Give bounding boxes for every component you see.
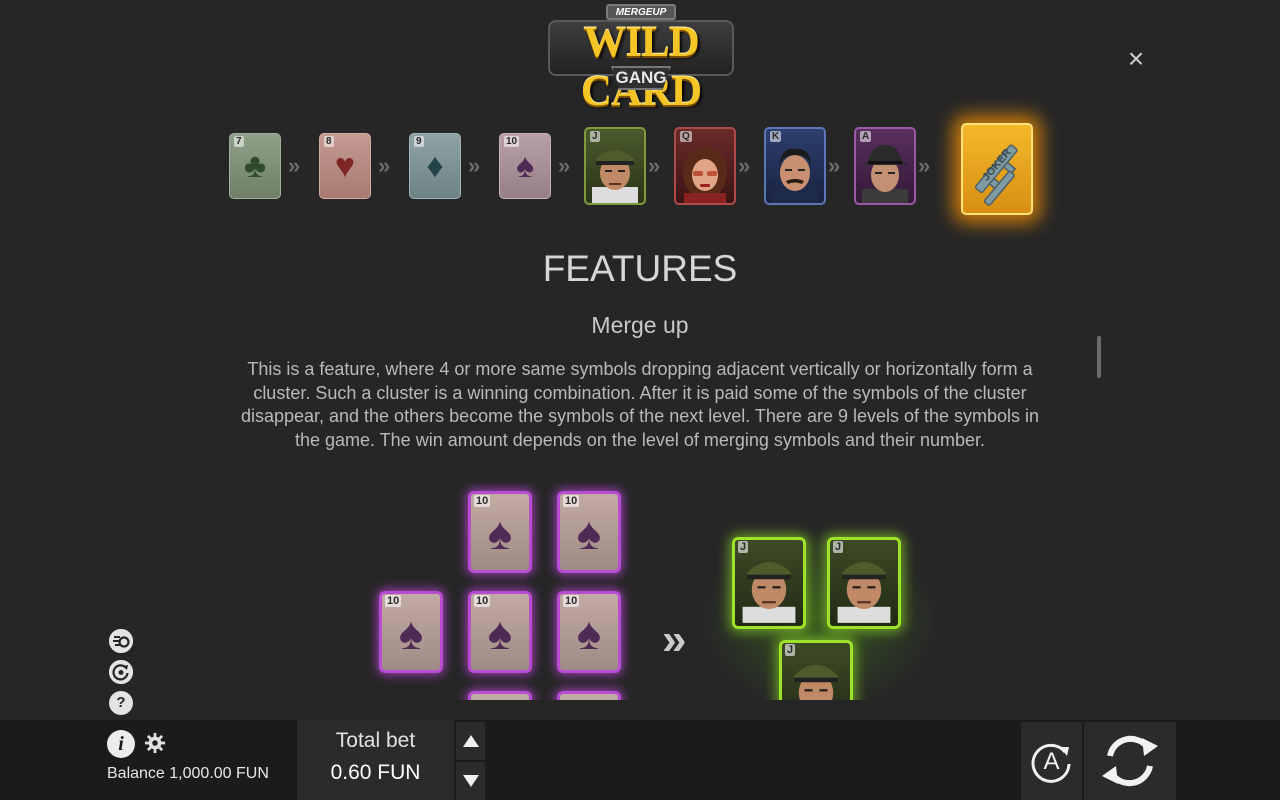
logo-subtitle: GANG	[611, 66, 671, 90]
total-bet-label: Total bet	[335, 729, 416, 752]
spade-suit-icon: ♠	[576, 607, 602, 659]
scrollbar-thumb[interactable]	[1097, 336, 1101, 378]
help-icon[interactable]: ?	[109, 691, 133, 715]
gear-icon[interactable]	[144, 732, 166, 754]
result-jack-card: J	[732, 537, 806, 629]
jack-portrait-icon	[592, 150, 638, 203]
level-6-queen-portrait: Q	[674, 127, 736, 205]
ace-portrait-icon	[862, 145, 908, 203]
cluster-card: 10 ♠	[557, 491, 621, 573]
merge-example: 10 ♠ 10 ♠ 10 ♠ 10 ♠ 10 ♠ » J J J	[0, 480, 1280, 700]
card-rank: J	[738, 541, 749, 553]
game-logo: MERGEUP WILD CARD GANG	[548, 2, 734, 115]
king-portrait-icon	[772, 148, 818, 203]
cluster-card	[557, 691, 621, 700]
level-arrow-icon: »	[828, 153, 841, 178]
arrow-up-icon	[463, 735, 479, 747]
total-bet-value: 0.60 FUN	[330, 761, 421, 784]
bet-increase-button[interactable]	[456, 722, 485, 760]
level-8-ace-portrait: A	[854, 127, 916, 205]
diamond-suit-icon: ♦	[426, 147, 444, 185]
card-rank: 9	[414, 136, 424, 147]
club-suit-icon: ♣	[243, 147, 267, 185]
history-glyph-icon	[109, 660, 133, 684]
info-icon[interactable]: i	[107, 730, 135, 758]
result-jack-card: J	[779, 640, 853, 700]
close-icon[interactable]: ×	[1124, 45, 1148, 73]
balance-label: Balance	[107, 765, 165, 782]
autoplay-label: A	[1043, 748, 1060, 775]
heart-suit-icon: ♥	[334, 147, 356, 185]
level-arrow-icon: »	[738, 153, 751, 178]
balance-display: Balance 1,000.00 FUN	[107, 765, 269, 783]
turbo-glyph-icon	[109, 629, 133, 653]
level-arrow-icon: »	[918, 153, 931, 178]
level-arrow-icon: »	[468, 153, 481, 178]
merge-up-description: This is a feature, where 4 or more same …	[240, 359, 1040, 450]
spin-refresh-icon	[1102, 735, 1158, 787]
level-arrow-icon: »	[648, 153, 661, 178]
level-7-king-portrait: K	[764, 127, 826, 205]
level-arrow-icon: »	[288, 153, 301, 178]
features-heading: FEATURES	[542, 248, 738, 289]
cluster-card: 10 ♠	[468, 591, 532, 673]
level-3-diamond-card: 9 ♦	[409, 133, 461, 199]
level-9-joker-wild: JOKER	[961, 123, 1033, 215]
jack-portrait-icon	[837, 562, 891, 623]
queen-portrait-icon	[683, 147, 727, 203]
card-rank: 8	[324, 136, 334, 147]
merge-up-heading: Merge up	[591, 312, 689, 338]
autoplay-button[interactable]: A	[1021, 722, 1082, 800]
spade-suit-icon: ♠	[398, 607, 424, 659]
symbol-levels: 7 ♣ » 8 ♥ » 9 ♦ » 10 ♠ » J » Q » K » A »…	[200, 100, 1080, 240]
level-arrow-icon: »	[558, 153, 571, 178]
card-rank: 7	[234, 136, 244, 147]
cluster-card	[468, 691, 532, 700]
level-2-heart-card: 8 ♥	[319, 133, 371, 199]
spade-suit-icon: ♠	[487, 507, 513, 559]
level-arrow-icon: »	[378, 153, 391, 178]
spade-suit-icon: ♠	[487, 607, 513, 659]
spin-button[interactable]	[1084, 722, 1176, 800]
cluster-card: 10 ♠	[468, 491, 532, 573]
spade-suit-icon: ♠	[515, 147, 535, 185]
cluster-card: 10 ♠	[557, 591, 621, 673]
result-jack-card: J	[827, 537, 901, 629]
turbo-icon[interactable]	[109, 629, 133, 653]
bet-decrease-button[interactable]	[456, 762, 485, 800]
balance-value: 1,000.00 FUN	[169, 765, 269, 782]
jack-portrait-icon	[742, 562, 796, 623]
card-rank: J	[833, 541, 844, 553]
cluster-card: 10 ♠	[379, 591, 443, 673]
total-bet-panel: Total bet 0.60 FUN	[297, 720, 454, 800]
level-5-jack-portrait: J	[584, 127, 646, 205]
spade-suit-icon: ♠	[576, 507, 602, 559]
card-rank: 10	[504, 136, 520, 147]
card-rank: J	[785, 644, 796, 656]
history-icon[interactable]	[109, 660, 133, 684]
level-1-club-card: 7 ♣	[229, 133, 281, 199]
level-4-spade-card: 10 ♠	[499, 133, 551, 199]
arrow-down-icon	[463, 775, 479, 787]
merge-arrow-icon: »	[662, 615, 687, 664]
